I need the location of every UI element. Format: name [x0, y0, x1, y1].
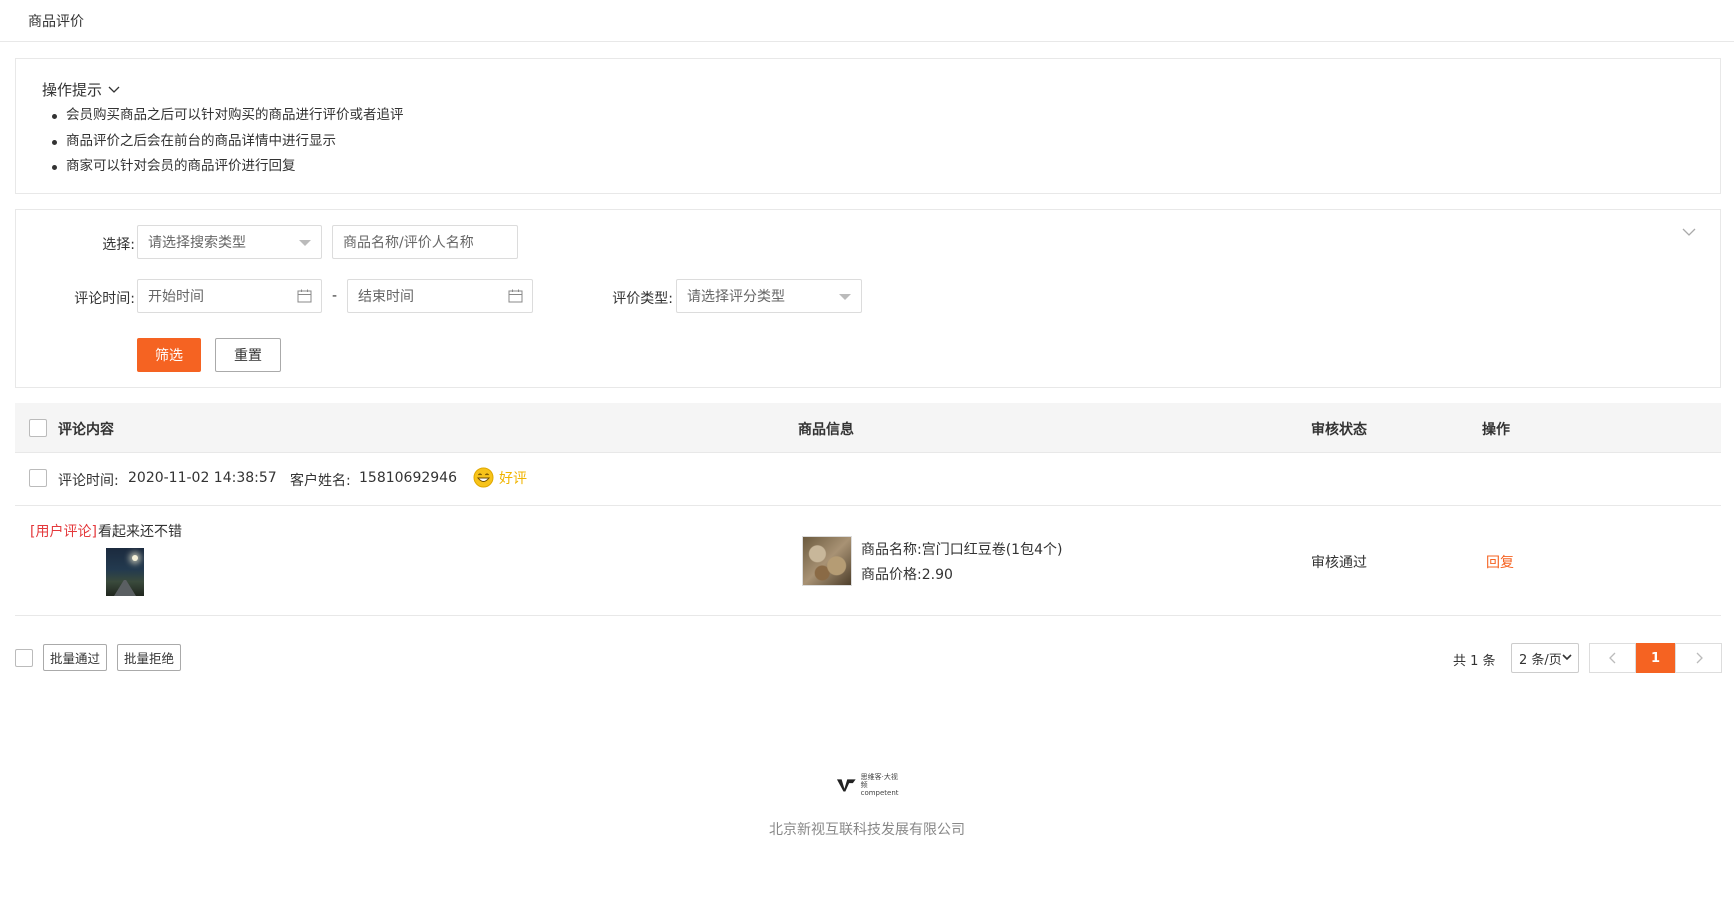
keyword-placeholder: 商品名称/评价人名称: [343, 235, 474, 251]
caret-down-icon: [299, 240, 311, 246]
review-status: 审核通过: [1311, 555, 1367, 571]
thumbnail-light: [132, 555, 138, 561]
customer-label: 客户姓名:: [290, 473, 351, 489]
product-name: 商品名称:宫门口红豆卷(1包4个): [861, 539, 1062, 559]
batch-reject-button[interactable]: 批量拒绝: [117, 644, 182, 671]
filter-panel: 选择: 请选择搜索类型 商品名称/评价人名称 评论时间: 开始时间 - 结束时间…: [15, 209, 1721, 388]
logo-text-line-2: competent: [860, 789, 899, 797]
page-size-select[interactable]: 2 条/页: [1511, 643, 1579, 673]
range-separator: -: [332, 288, 338, 304]
calendar-icon: [297, 289, 312, 303]
tip-item: 会员购买商品之后可以针对购买的商品进行评价或者追评: [50, 103, 404, 129]
header-content: 评论内容: [58, 422, 114, 438]
rating-type-placeholder: 请选择评分类型: [687, 289, 785, 305]
page-size-value: 2 条/页: [1519, 652, 1562, 668]
logo-text-line-1: 思维客·大视频: [860, 773, 898, 789]
top-bar: 商品评价: [0, 0, 1734, 42]
rating-type-select[interactable]: 请选择评分类型: [676, 279, 862, 313]
comment-image-thumbnail[interactable]: [106, 548, 144, 596]
logo-text: 思维客·大视频 competent: [861, 773, 902, 797]
comment-time-label: 评论时间:: [74, 291, 135, 307]
tip-item: 商家可以针对会员的商品评价进行回复: [50, 154, 404, 180]
header-product: 商品信息: [798, 422, 854, 438]
table-header: 评论内容 商品信息 审核状态 操作: [15, 403, 1721, 453]
chevron-down-icon: [1562, 654, 1572, 661]
footer-company-name: 北京新视互联科技发展有限公司: [769, 822, 965, 838]
comment-time-value: 2020-11-02 14:38:57: [128, 470, 277, 486]
search-type-placeholder: 请选择搜索类型: [148, 235, 246, 251]
product-image: [802, 536, 852, 586]
product-price-label: 商品价格:: [861, 567, 922, 583]
chevron-right-icon: [1696, 652, 1703, 664]
product-name-label: 商品名称:: [861, 542, 922, 558]
caret-down-icon: [839, 294, 851, 300]
table-row-meta: 评论时间: 2020-11-02 14:38:57 客户姓名: 15810692…: [15, 453, 1721, 506]
tips-toggle[interactable]: 操作提示: [42, 79, 120, 100]
page-title: 商品评价: [28, 14, 84, 30]
company-logo: 思维客·大视频 competent: [836, 773, 902, 797]
select-all-checkbox[interactable]: [29, 419, 47, 437]
header-status: 审核状态: [1311, 422, 1367, 438]
rating-type-label: 评价类型:: [612, 291, 673, 307]
reset-button[interactable]: 重置: [215, 338, 281, 372]
tips-list: 会员购买商品之后可以针对购买的商品进行评价或者追评 商品评价之后会在前台的商品详…: [50, 103, 404, 180]
batch-approve-button[interactable]: 批量通过: [43, 644, 108, 671]
pagination: 1: [1589, 643, 1722, 673]
header-action: 操作: [1482, 422, 1510, 438]
prev-page-button[interactable]: [1589, 643, 1636, 673]
select-label: 选择:: [102, 237, 135, 253]
smile-face-icon: [473, 467, 494, 488]
end-time-input[interactable]: 结束时间: [347, 279, 533, 313]
chevron-down-icon: [108, 86, 120, 93]
row-checkbox[interactable]: [29, 469, 47, 487]
rating-text: 好评: [499, 470, 527, 487]
chevron-left-icon: [1608, 652, 1615, 664]
thumbnail-road: [114, 580, 136, 596]
keyword-input[interactable]: 商品名称/评价人名称: [332, 225, 518, 259]
tips-heading: 操作提示: [42, 81, 103, 99]
search-type-select[interactable]: 请选择搜索类型: [137, 225, 322, 259]
operation-tips-panel: 操作提示 会员购买商品之后可以针对购买的商品进行评价或者追评 商品评价之后会在前…: [15, 58, 1721, 194]
start-time-placeholder: 开始时间: [148, 289, 204, 305]
next-page-button[interactable]: [1675, 643, 1722, 673]
product-name-value: 宫门口红豆卷(1包4个): [921, 542, 1063, 558]
product-price: 商品价格:2.90: [861, 564, 953, 584]
filter-button[interactable]: 筛选: [137, 338, 201, 372]
total-count: 共 1 条: [1453, 654, 1496, 669]
bottom-select-all-checkbox[interactable]: [15, 649, 33, 667]
calendar-icon: [508, 289, 523, 303]
page-button-current[interactable]: 1: [1636, 643, 1675, 673]
comment-text: 看起来还不错: [98, 524, 182, 540]
table-row: [用户评论] 看起来还不错 商品名称:宫门口红豆卷(1包4个) 商品价格:2.9…: [15, 506, 1721, 616]
start-time-input[interactable]: 开始时间: [137, 279, 322, 313]
logo-mark-icon: [836, 779, 856, 792]
rating-badge: 好评: [473, 467, 527, 488]
bottom-toolbar: 批量通过 批量拒绝 共 1 条 2 条/页 1: [15, 643, 1722, 675]
end-time-placeholder: 结束时间: [358, 289, 414, 305]
tip-item: 商品评价之后会在前台的商品详情中进行显示: [50, 129, 404, 155]
chevron-down-icon[interactable]: [1682, 228, 1696, 237]
comment-time-label: 评论时间:: [58, 473, 119, 489]
user-comment-tag: [用户评论]: [30, 524, 97, 540]
customer-value: 15810692946: [359, 470, 457, 486]
product-price-value: 2.90: [921, 567, 953, 583]
reply-link[interactable]: 回复: [1486, 552, 1514, 572]
